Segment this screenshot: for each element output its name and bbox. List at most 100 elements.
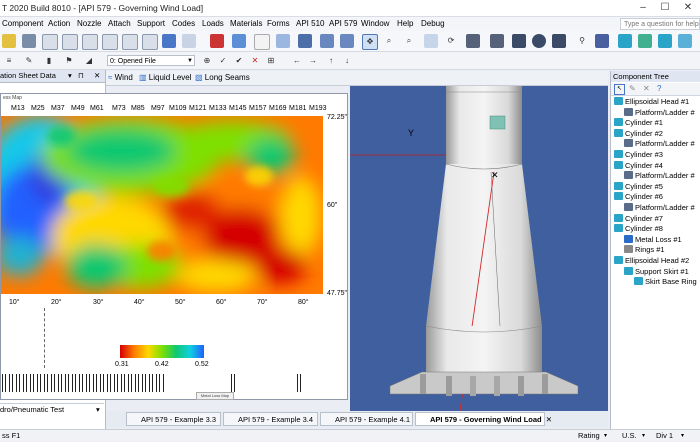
list-icon[interactable]: ≡ <box>2 54 16 68</box>
menu-component[interactable]: Component <box>2 19 43 28</box>
menu-debug[interactable]: Debug <box>421 19 445 28</box>
tree-item[interactable]: Cylinder #2 <box>614 128 663 139</box>
layout-icon[interactable] <box>340 34 354 48</box>
insert-icon[interactable]: ⊞ <box>264 54 278 68</box>
tab-governing-wind-load[interactable]: API 579 - Governing Wind Load ✕ <box>415 412 552 426</box>
document-icon[interactable] <box>62 34 78 50</box>
pan-icon[interactable]: ✥ <box>362 34 378 50</box>
forward-icon[interactable]: → <box>306 54 320 68</box>
status-division[interactable]: Div 1 <box>656 430 673 442</box>
close-button[interactable]: ✕ <box>677 0 699 16</box>
menu-window[interactable]: Window <box>361 19 389 28</box>
tool-icon[interactable] <box>22 34 36 48</box>
tree-select-icon[interactable]: ↖ <box>614 84 625 95</box>
cylinder-icon[interactable] <box>552 34 566 48</box>
tree-delete-icon[interactable]: ✕ <box>643 84 650 93</box>
layout-icon[interactable] <box>320 34 334 48</box>
rotate-icon[interactable]: ⟳ <box>444 34 458 48</box>
view-icon[interactable] <box>276 34 290 48</box>
tab-example-4-1[interactable]: API 579 - Example 4.1 <box>320 412 413 426</box>
tree-item[interactable]: Platform/Ladder # <box>624 171 695 181</box>
cylinder-component-icon[interactable] <box>618 34 632 48</box>
long-seams-button[interactable]: ▧ Long Seams <box>195 73 250 82</box>
wind-button[interactable]: ≈ Wind <box>108 73 133 82</box>
menu-nozzle[interactable]: Nozzle <box>77 19 101 28</box>
status-units[interactable]: U.S. <box>622 430 637 442</box>
check-icon[interactable]: ✔ <box>232 54 246 68</box>
tree-edit-icon[interactable]: ✎ <box>629 84 636 93</box>
tab-example-3-3[interactable]: API 579 - Example 3.3 <box>126 412 221 426</box>
solid-icon[interactable] <box>512 34 526 48</box>
tree-item[interactable]: Cylinder #3 <box>614 150 663 160</box>
down-icon[interactable]: ↓ <box>340 54 354 68</box>
tree-item[interactable]: Rings #1 <box>624 245 665 255</box>
maximize-button[interactable]: ☐ <box>654 0 676 16</box>
menu-forms[interactable]: Forms <box>267 19 290 28</box>
close-tab-icon[interactable]: ✕ <box>546 415 552 424</box>
edit-check-icon[interactable]: ✓ <box>216 54 230 68</box>
axes-icon[interactable]: ⚲ <box>575 34 589 48</box>
cone-icon[interactable] <box>658 34 672 48</box>
document-icon[interactable] <box>142 34 158 50</box>
layers-icon[interactable] <box>595 34 609 48</box>
document-icon[interactable] <box>82 34 98 50</box>
liquid-level-button[interactable]: ▥ Liquid Level <box>139 73 192 82</box>
shade-icon[interactable] <box>466 34 480 48</box>
status-rating[interactable]: Rating <box>578 430 600 442</box>
zoom-window-icon[interactable]: ⌕ <box>402 34 416 48</box>
tab-example-3-4[interactable]: API 579 - Example 3.4 <box>223 412 318 426</box>
menu-attach[interactable]: Attach <box>108 19 131 28</box>
menu-api510[interactable]: API 510 <box>296 19 324 28</box>
menu-materials[interactable]: Materials <box>230 19 262 28</box>
tree-item[interactable]: Platform/Ladder # <box>624 203 695 213</box>
tree-item[interactable]: Support Skirt #1 <box>624 266 689 277</box>
tree-item[interactable]: Cylinder #1 <box>614 118 663 128</box>
cylinder-small-icon[interactable]: ▮ <box>42 54 56 68</box>
help-search-input[interactable]: Type a question for help <box>620 18 700 30</box>
zoom-icon[interactable]: ⌕ <box>382 34 396 48</box>
delete-icon[interactable]: ✕ <box>248 54 262 68</box>
edit-icon[interactable]: ✎ <box>22 54 36 68</box>
menu-codes[interactable]: Codes <box>172 19 195 28</box>
close-panel-icon[interactable]: ✕ <box>94 70 100 82</box>
back-icon[interactable]: ← <box>290 54 304 68</box>
tree-item[interactable]: Metal Loss #1 <box>624 234 682 245</box>
menu-help[interactable]: Help <box>397 19 413 28</box>
tree-help-icon[interactable]: ? <box>657 84 661 93</box>
tree-item[interactable]: Platform/Ladder # <box>624 139 695 149</box>
wireframe-icon[interactable] <box>490 34 504 48</box>
menu-loads[interactable]: Loads <box>202 19 224 28</box>
pdf-icon[interactable] <box>210 34 224 48</box>
page-icon[interactable] <box>254 34 270 50</box>
minimize-button[interactable]: – <box>632 0 654 16</box>
tree-item[interactable]: Cylinder #4 <box>614 160 663 171</box>
pin-icon[interactable]: ▾ <box>68 70 72 82</box>
tree-item[interactable]: Platform/Ladder # <box>624 107 695 118</box>
folder-icon[interactable] <box>2 34 16 48</box>
flag-icon[interactable]: ⚑ <box>62 54 76 68</box>
left-panel-footer[interactable]: dro/Pneumatic Test ▾ <box>0 403 104 415</box>
auto-hide-icon[interactable]: ⊓ <box>78 70 84 82</box>
opened-file-select[interactable]: 0: Opened File ▼ <box>107 55 195 66</box>
head-icon[interactable] <box>678 34 692 48</box>
fit-icon[interactable] <box>424 34 438 48</box>
save-icon[interactable] <box>162 34 176 48</box>
3d-viewport[interactable]: ✕ Y <box>350 86 608 411</box>
add-icon[interactable]: ⊕ <box>200 54 214 68</box>
tree-item[interactable]: Cylinder #7 <box>614 213 663 224</box>
sphere-icon[interactable] <box>532 34 546 48</box>
tree-item[interactable]: Cylinder #6 <box>614 192 663 202</box>
tree-item[interactable]: Ellipsoidal Head #2 <box>614 256 689 266</box>
up-icon[interactable]: ↑ <box>324 54 338 68</box>
menu-support[interactable]: Support <box>137 19 165 28</box>
document-icon[interactable] <box>102 34 118 50</box>
tree-item[interactable]: Skirt Base Ring <box>634 277 697 287</box>
document-icon[interactable] <box>42 34 58 50</box>
tree-item[interactable]: Cylinder #8 <box>614 224 663 234</box>
menu-api579[interactable]: API 579 <box>329 19 357 28</box>
tree-item[interactable]: Ellipsoidal Head #1 <box>614 97 689 107</box>
print-icon[interactable] <box>182 34 196 48</box>
metal-loss-map-window[interactable]: ess Map M13 M25 M37 M49 M61 M73 M85 M97 … <box>0 93 348 400</box>
document-icon[interactable] <box>122 34 138 50</box>
elbow-icon[interactable] <box>638 34 652 48</box>
